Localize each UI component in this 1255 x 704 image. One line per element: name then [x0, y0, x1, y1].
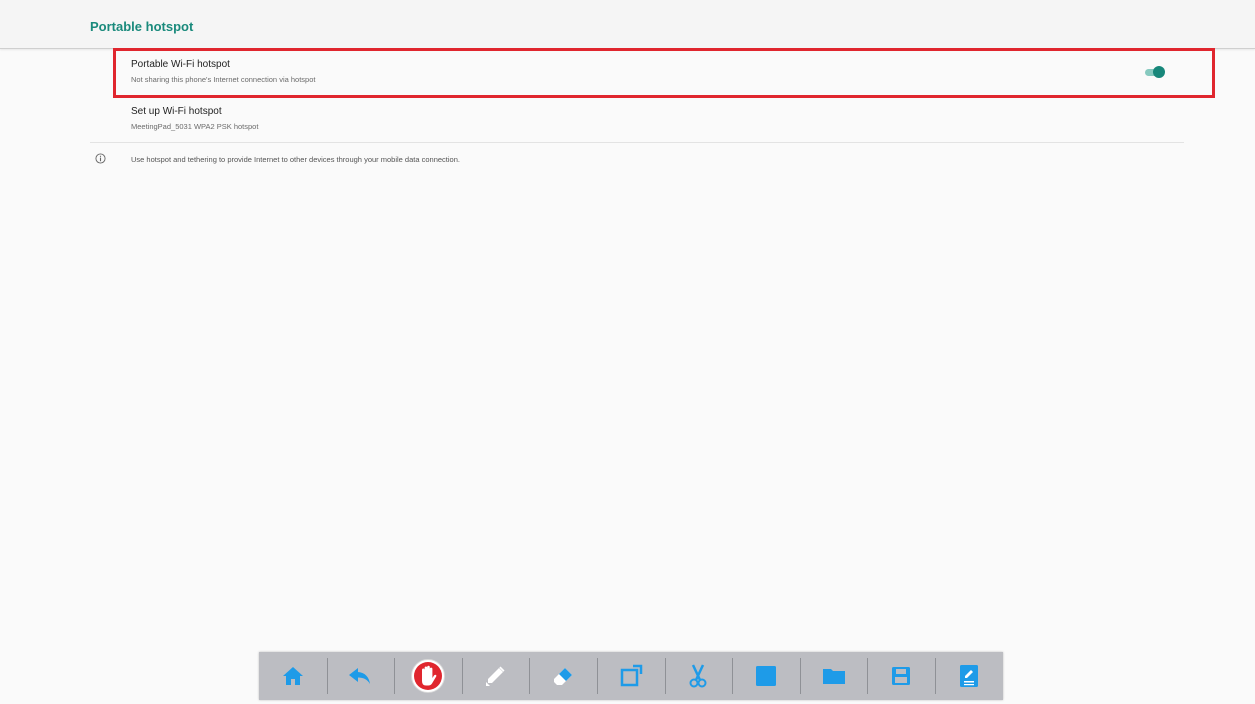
crop-icon	[620, 664, 643, 687]
divider	[90, 142, 1184, 143]
home-icon	[282, 667, 303, 685]
crop-button[interactable]	[596, 652, 665, 700]
pref-setup-summary: MeetingPad_5031 WPA2 PSK hotspot	[131, 122, 259, 131]
folder-button[interactable]	[799, 652, 868, 700]
hand-button[interactable]	[394, 652, 462, 700]
hand-icon	[410, 659, 445, 693]
pref-setup-title: Set up Wi-Fi hotspot	[131, 106, 222, 117]
app-bar: Portable hotspot	[0, 0, 1255, 49]
whiteboard-icon	[755, 666, 776, 686]
scissors-icon	[689, 664, 707, 688]
note-icon	[959, 665, 978, 687]
save-button[interactable]	[867, 652, 935, 700]
toggle-thumb	[1153, 66, 1165, 78]
whiteboard-button[interactable]	[732, 652, 800, 700]
home-button[interactable]	[259, 652, 327, 700]
screen: Portable hotspot Portable Wi-Fi hotspot …	[0, 0, 1255, 704]
undo-icon	[349, 668, 371, 684]
pref-hotspot-title: Portable Wi-Fi hotspot	[131, 59, 230, 70]
page-title: Portable hotspot	[90, 19, 194, 34]
eraser-icon	[554, 668, 573, 685]
scissors-button[interactable]	[664, 652, 733, 700]
note-button[interactable]	[934, 652, 1003, 700]
pref-set-up-wifi-hotspot[interactable]: Set up Wi-Fi hotspot MeetingPad_5031 WPA…	[131, 106, 258, 133]
pref-portable-wifi-hotspot[interactable]: Portable Wi-Fi hotspot Not sharing this …	[131, 59, 315, 86]
save-icon	[892, 667, 911, 685]
folder-icon	[822, 669, 845, 684]
hotspot-toggle[interactable]	[1145, 66, 1167, 78]
pen-icon	[485, 666, 505, 686]
undo-button[interactable]	[326, 652, 395, 700]
pen-button[interactable]	[461, 652, 530, 700]
annotation-toolbar	[259, 652, 1003, 700]
info-icon	[95, 153, 106, 164]
info-text: Use hotspot and tethering to provide Int…	[131, 155, 460, 164]
pref-hotspot-summary: Not sharing this phone's Internet connec…	[131, 75, 316, 84]
eraser-button[interactable]	[529, 652, 597, 700]
